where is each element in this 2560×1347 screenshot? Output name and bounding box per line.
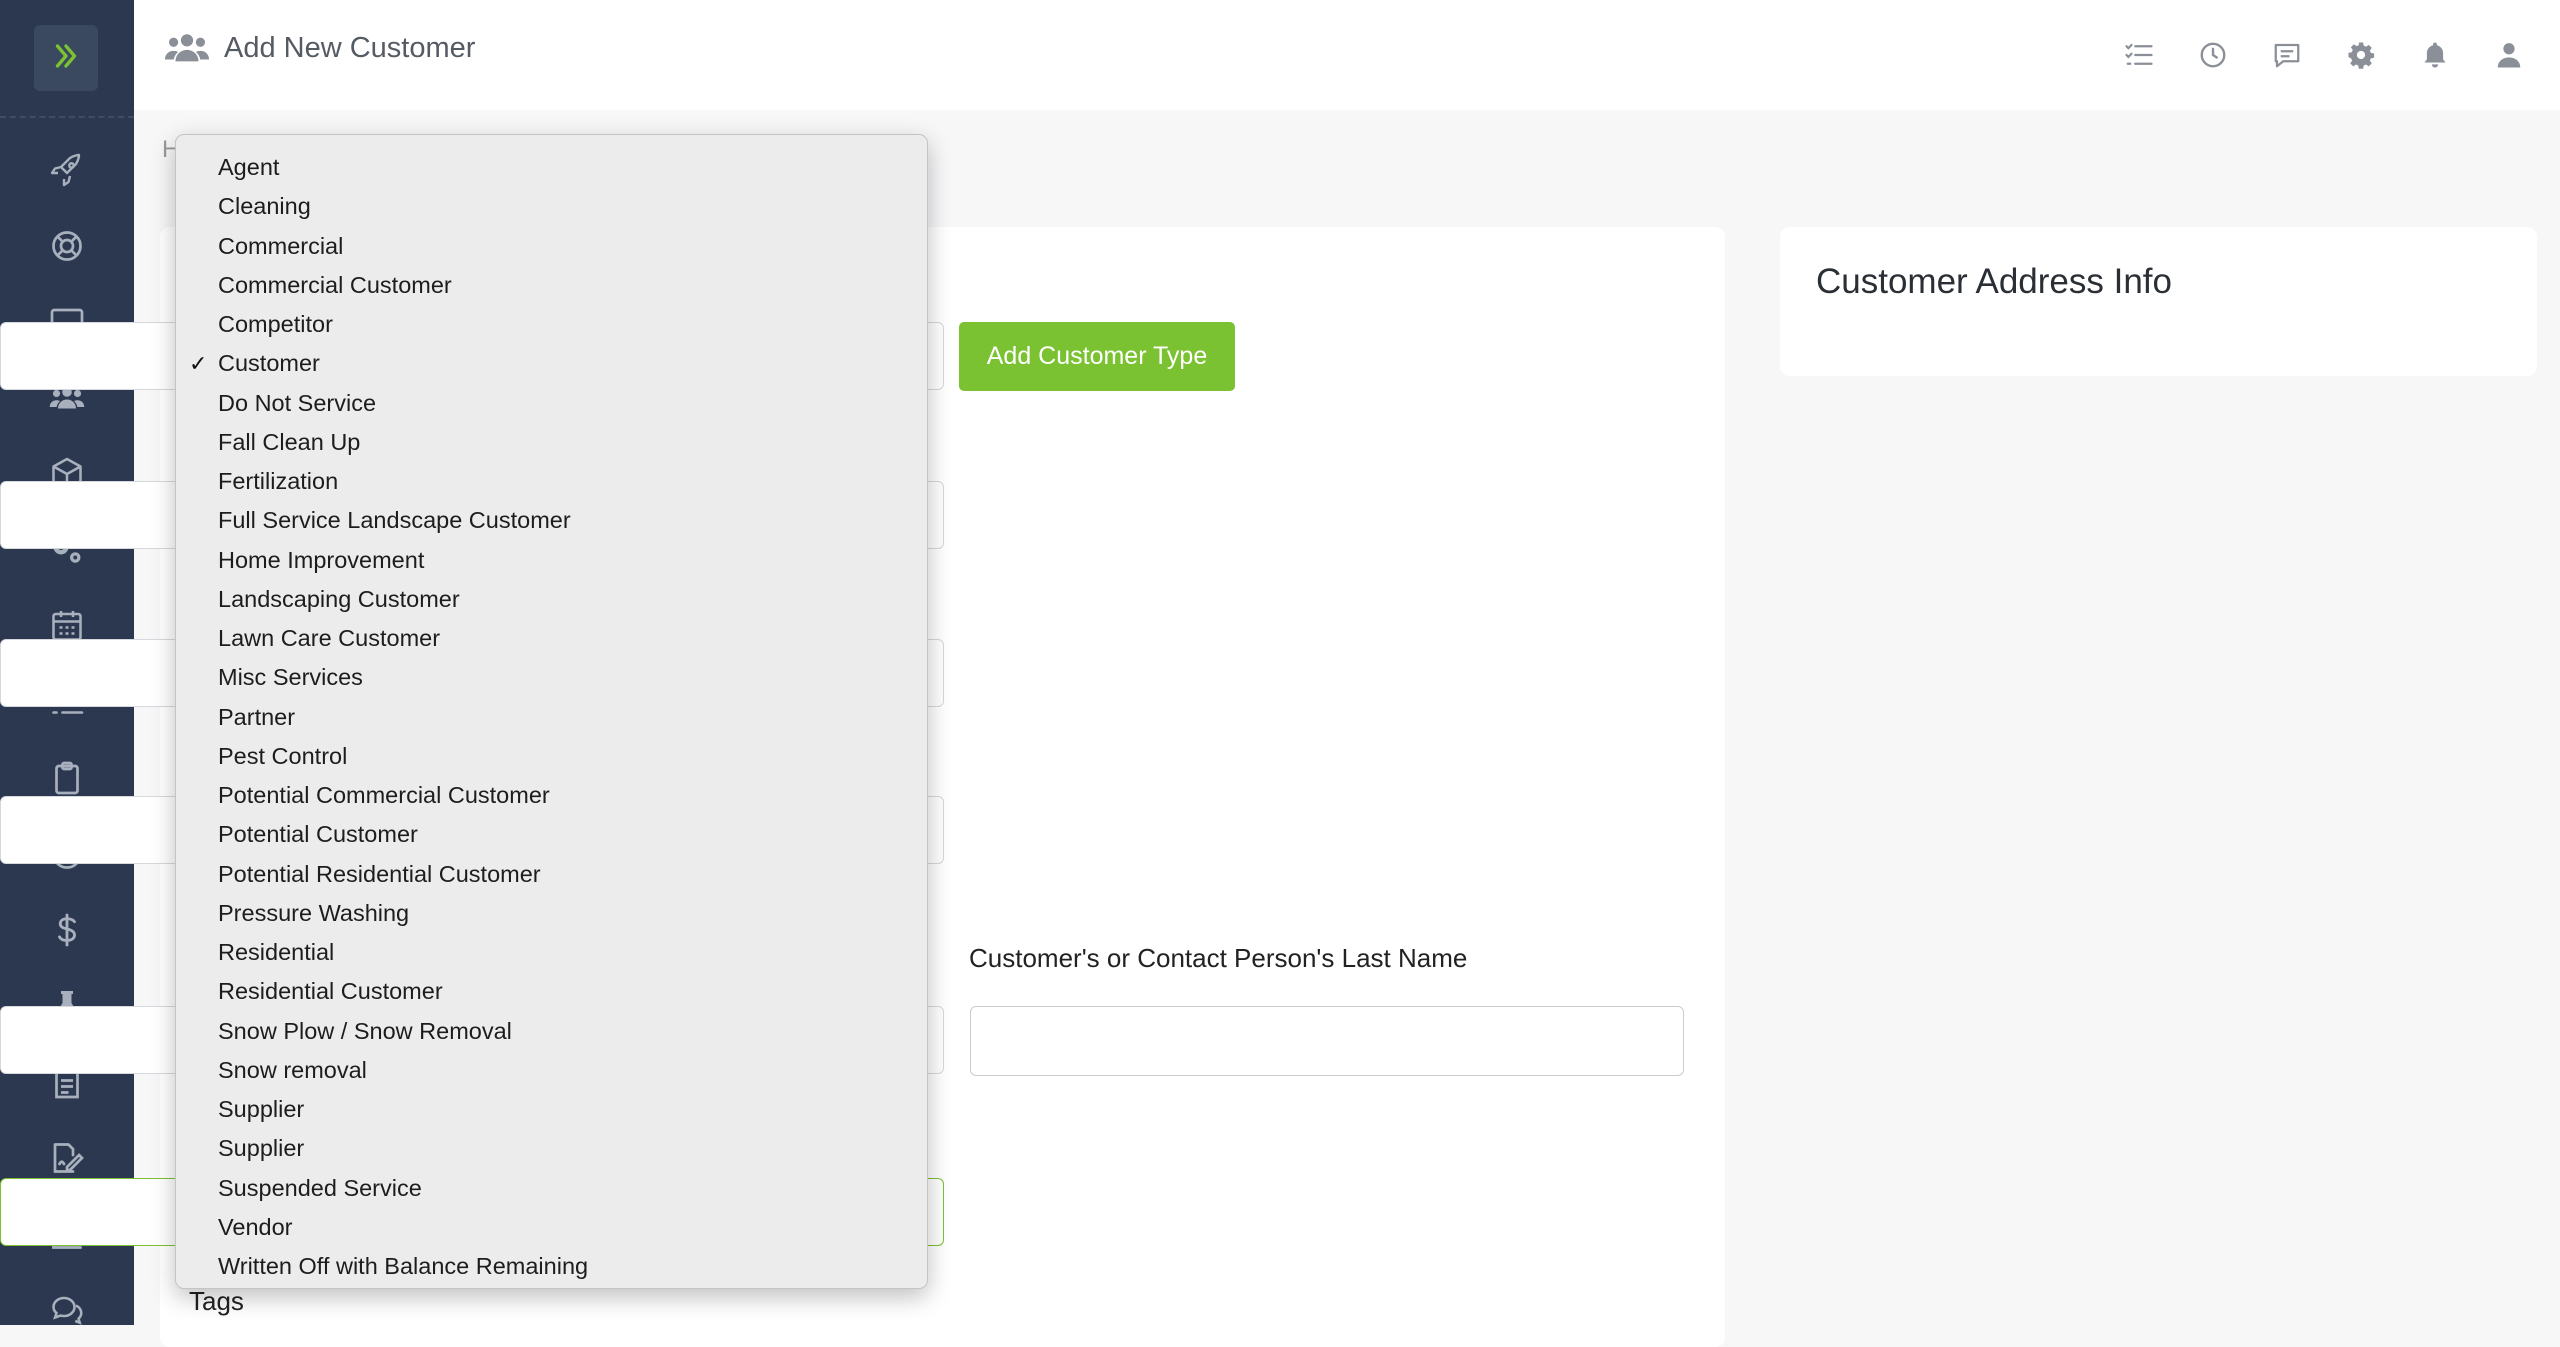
double-chevron-right-icon [49,39,83,78]
dropdown-option[interactable]: Home Improvement [176,541,927,580]
dropdown-option-label: Cleaning [218,193,311,220]
customer-address-card: Customer Address Info [1780,227,2537,376]
checkmark-icon: ✓ [189,351,208,377]
dropdown-option-label: Suspended Service [218,1174,422,1201]
dropdown-option[interactable]: Potential Residential Customer [176,855,927,894]
last-name-input[interactable] [970,1006,1684,1076]
dropdown-option[interactable]: Snow removal [176,1051,927,1090]
dropdown-option[interactable]: Commercial [176,227,927,266]
dropdown-option[interactable]: Written Off with Balance Remaining [176,1247,927,1286]
dropdown-option-label: Fall Clean Up [218,428,361,455]
dollar-icon [58,913,76,947]
sidebar-item-signatures[interactable] [42,1133,92,1183]
dropdown-option[interactable]: Pest Control [176,737,927,776]
dropdown-option-label: Snow removal [218,1056,367,1083]
dropdown-option[interactable]: Agent [176,148,927,187]
sidebar-item-billing[interactable] [42,905,92,955]
rocket-icon [50,153,81,187]
dropdown-option-label: Potential Customer [218,821,418,848]
dropdown-option[interactable]: Commercial Customer [176,266,927,305]
header-toolbar [2084,32,2528,78]
dropdown-option-label: Pressure Washing [218,899,410,926]
dropdown-option[interactable]: Residential [176,933,927,972]
dropdown-option-label: Misc Services [218,664,363,691]
gear-icon [2348,42,2375,69]
signature-icon [53,1143,84,1173]
dropdown-option[interactable]: Suspended Service [176,1169,927,1208]
history-button[interactable] [2194,32,2232,78]
dropdown-option[interactable]: Fertilization [176,462,927,501]
dropdown-option-label: Commercial Customer [218,271,452,298]
sidebar-item-rocket[interactable] [42,145,92,195]
dropdown-option-label: Commercial [218,232,344,259]
sidebar-item-chat[interactable] [42,1285,92,1335]
page-title: Add New Customer [224,31,476,64]
dropdown-option-label: Written Off with Balance Remaining [218,1253,589,1279]
bell-icon [2424,42,2446,68]
lifebuoy-icon [52,231,82,261]
dropdown-option[interactable]: Landscaping Customer [176,580,927,619]
dropdown-option-label: Potential Residential Customer [218,860,541,887]
dropdown-option[interactable]: Fall Clean Up [176,423,927,462]
dropdown-option[interactable]: Cleaning [176,187,927,226]
message-icon [2274,43,2300,68]
last-name-label: Customer's or Contact Person's Last Name [969,943,1468,973]
dropdown-option-label: Potential Commercial Customer [218,782,550,808]
dropdown-option[interactable]: Supplier [176,1129,927,1168]
settings-button[interactable] [2342,32,2380,78]
dropdown-option-label: Fertilization [218,468,339,494]
dropdown-option-label: Lawn Care Customer [218,625,441,651]
dropdown-option[interactable]: Misc Services [176,658,927,697]
tasks-button[interactable] [2120,32,2158,78]
users-icon [164,34,210,62]
dropdown-option[interactable]: ✓ Customer [176,344,927,383]
customer-type-dropdown-list: Agent Cleaning Commercial Commercial Custom… [175,134,928,1289]
dropdown-option-label: Supplier [218,1135,305,1162]
tasks-icon [2125,43,2153,65]
clipboard-icon [55,761,79,795]
dropdown-option-label: Snow Plow / Snow Removal [218,1017,512,1044]
user-icon [2497,43,2521,68]
dropdown-option[interactable]: Supplier [176,1090,927,1129]
top-header: Add New Customer [134,0,2560,110]
messages-button[interactable] [2268,32,2306,78]
dropdown-option[interactable]: Potential Customer [176,815,927,854]
dropdown-option[interactable]: Competitor [176,305,927,344]
dropdown-option[interactable]: Lawn Care Customer [176,619,927,658]
dropdown-option-label: Home Improvement [218,546,425,573]
dropdown-option[interactable]: Full Service Landscape Customer [176,501,927,540]
dropdown-option[interactable]: Potential Commercial Customer [176,776,927,815]
tags-label: Tags [189,1286,244,1316]
address-card-title: Customer Address Info [1816,262,2172,301]
clock-icon [2200,42,2226,68]
dropdown-option[interactable]: Snow Plow / Snow Removal [176,1012,927,1051]
dropdown-option-label: Vendor [218,1213,293,1240]
add-customer-type-button[interactable]: Add Customer Type [959,322,1235,391]
chat-icon [52,1296,83,1325]
dropdown-option-label: Supplier [218,1096,305,1122]
dropdown-option-label: Competitor [218,311,333,337]
sidebar-divider [0,116,134,118]
dropdown-option-label: Partner [218,703,296,730]
dropdown-option-label: Agent [218,154,280,180]
dropdown-option-label: Customer [218,350,320,377]
dropdown-option-label: Residential [218,939,335,965]
page-heading: Add New Customer [164,28,475,68]
dropdown-option[interactable]: Partner [176,698,927,737]
notifications-button[interactable] [2416,32,2454,78]
dropdown-option[interactable]: Residential Customer [176,972,927,1011]
sidebar-toggle-button[interactable] [34,25,98,91]
dropdown-option[interactable]: Do Not Service [176,384,927,423]
dropdown-option-label: Residential Customer [218,978,443,1005]
dropdown-option[interactable]: Vendor [176,1208,927,1247]
sidebar-item-support[interactable] [42,221,92,271]
user-menu-button[interactable] [2490,32,2528,78]
dropdown-option-label: Do Not Service [218,389,377,416]
dropdown-option[interactable]: Pressure Washing [176,894,927,933]
dropdown-option-label: Pest Control [218,742,348,769]
dropdown-option-label: Landscaping Customer [218,585,460,612]
dropdown-option-label: Full Service Landscape Customer [218,507,571,534]
